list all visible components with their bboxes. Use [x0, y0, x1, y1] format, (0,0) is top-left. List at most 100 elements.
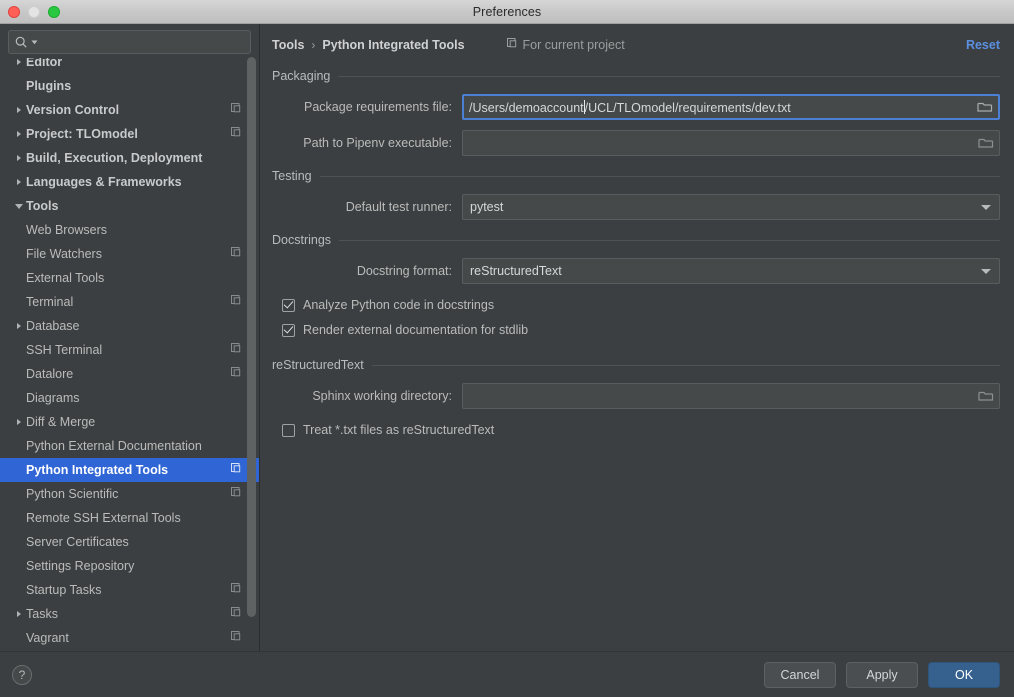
- reset-link[interactable]: Reset: [966, 38, 1000, 52]
- sidebar-item-vagrant[interactable]: Vagrant: [0, 626, 259, 650]
- minimize-window-button[interactable]: [28, 6, 40, 18]
- sidebar-item-web-browsers[interactable]: Web Browsers: [0, 218, 259, 242]
- checkbox-indicator[interactable]: [282, 298, 295, 312]
- chevron-right-icon[interactable]: [12, 155, 26, 161]
- close-window-button[interactable]: [8, 6, 20, 18]
- sidebar-item-python-integrated-tools[interactable]: Python Integrated Tools: [0, 458, 259, 482]
- window-body: Editor Plugins Version Control Project: TLO…: [0, 24, 1014, 651]
- browse-folder-icon[interactable]: [978, 136, 994, 150]
- sidebar-item-server-certificates[interactable]: Server Certificates: [0, 530, 259, 554]
- ok-button[interactable]: OK: [928, 661, 1000, 688]
- breadcrumb-root[interactable]: Tools: [272, 38, 304, 52]
- sphinx-working-directory-label: Sphinx working directory:: [312, 389, 452, 403]
- cancel-button[interactable]: Cancel: [764, 661, 836, 688]
- sidebar-item-build-execution-deployment[interactable]: Build, Execution, Deployment: [0, 146, 259, 170]
- sidebar-item-label: Tools: [26, 199, 59, 213]
- package-requirements-input[interactable]: /Users/demoaccount/UCL/TLOmodel/requirem…: [462, 94, 1000, 120]
- search-input[interactable]: [41, 35, 244, 49]
- sidebar-item-diagrams[interactable]: Diagrams: [0, 386, 259, 410]
- copy-settings-icon: [231, 607, 245, 621]
- sidebar-scrollbar-thumb[interactable]: [247, 57, 256, 617]
- maximize-window-button[interactable]: [48, 6, 60, 18]
- checkbox-indicator[interactable]: [282, 423, 295, 437]
- chevron-right-icon[interactable]: [12, 59, 26, 65]
- sidebar-item-languages-frameworks[interactable]: Languages & Frameworks: [0, 170, 259, 194]
- sidebar-item-label: Web Browsers: [26, 223, 108, 237]
- section-docstrings-title: Docstrings: [272, 233, 332, 247]
- window-title: Preferences: [472, 4, 542, 19]
- sidebar-item-datalore[interactable]: Datalore: [0, 362, 259, 386]
- copy-settings-icon: [231, 487, 245, 501]
- sidebar-item-label: Server Certificates: [26, 535, 129, 549]
- sidebar-item-label: Vagrant: [26, 631, 69, 645]
- sidebar-item-startup-tasks[interactable]: Startup Tasks: [0, 578, 259, 602]
- sidebar-item-label: Diagrams: [26, 391, 80, 405]
- section-restructuredtext-title: reStructuredText: [272, 358, 364, 372]
- checkbox-analyze-python-code[interactable]: Analyze Python code in docstrings: [282, 294, 1000, 316]
- docstring-format-label: Docstring format:: [356, 264, 452, 278]
- breadcrumb-leaf: Python Integrated Tools: [322, 38, 465, 52]
- window-titlebar: Preferences: [0, 0, 1014, 24]
- section-divider: [371, 364, 1000, 366]
- sidebar-item-label: Python External Documentation: [26, 439, 202, 453]
- copy-settings-icon: [231, 367, 245, 381]
- sidebar-item-label: Languages & Frameworks: [26, 175, 182, 189]
- sidebar-item-plugins[interactable]: Plugins: [0, 74, 259, 98]
- sidebar-item-tasks[interactable]: Tasks: [0, 602, 259, 626]
- sidebar-item-python-external-documentation[interactable]: Python External Documentation: [0, 434, 259, 458]
- docstring-format-select[interactable]: reStructuredText: [462, 258, 1000, 284]
- chevron-right-icon[interactable]: [12, 131, 26, 137]
- section-docstrings: Docstrings Docstring format: reStructure…: [272, 230, 1000, 341]
- chevron-down-icon: [981, 205, 991, 210]
- sidebar-item-file-watchers[interactable]: File Watchers: [0, 242, 259, 266]
- sidebar-item-python-scientific[interactable]: Python Scientific: [0, 482, 259, 506]
- search-box[interactable]: [8, 30, 251, 54]
- pipenv-path-label: Path to Pipenv executable:: [303, 136, 452, 150]
- checkbox-treat-txt-as-rest-label: Treat *.txt files as reStructuredText: [303, 423, 495, 437]
- sphinx-working-directory-input[interactable]: [462, 383, 1000, 409]
- section-testing-title: Testing: [272, 169, 312, 183]
- search-dropdown-icon[interactable]: [31, 39, 38, 46]
- docstring-format-value: reStructuredText: [470, 264, 562, 278]
- search-container: [0, 24, 259, 58]
- sidebar-item-external-tools[interactable]: External Tools: [0, 266, 259, 290]
- section-restructuredtext: reStructuredText Sphinx working director…: [272, 355, 1000, 441]
- pipenv-path-input[interactable]: [462, 130, 1000, 156]
- section-docstrings-header: Docstrings: [272, 230, 1000, 250]
- sidebar-item-label: File Watchers: [26, 247, 102, 261]
- sidebar-item-label: Python Scientific: [26, 487, 119, 501]
- package-requirements-label: Package requirements file:: [304, 100, 452, 114]
- copy-settings-icon: [231, 631, 245, 645]
- sidebar-item-ssh-terminal[interactable]: SSH Terminal: [0, 338, 259, 362]
- browse-folder-icon[interactable]: [978, 389, 994, 403]
- copy-settings-icon: [231, 295, 245, 309]
- default-test-runner-label: Default test runner:: [345, 200, 452, 214]
- sidebar-item-project-tlomodel[interactable]: Project: TLOmodel: [0, 122, 259, 146]
- apply-button[interactable]: Apply: [846, 661, 918, 688]
- chevron-right-icon[interactable]: [12, 179, 26, 185]
- checkbox-indicator[interactable]: [282, 323, 295, 337]
- section-restructuredtext-header: reStructuredText: [272, 355, 1000, 375]
- sidebar-item-editor[interactable]: Editor: [0, 58, 259, 74]
- chevron-right-icon[interactable]: [12, 107, 26, 113]
- section-packaging: Packaging Package requirements file: /Us…: [272, 66, 1000, 156]
- default-test-runner-select[interactable]: pytest: [462, 194, 1000, 220]
- sidebar-item-settings-repository[interactable]: Settings Repository: [0, 554, 259, 578]
- sidebar-item-terminal[interactable]: Terminal: [0, 290, 259, 314]
- sidebar-item-diff-merge[interactable]: Diff & Merge: [0, 410, 259, 434]
- sidebar-item-database[interactable]: Database: [0, 314, 259, 338]
- sidebar-scrollbar-track[interactable]: [247, 57, 256, 643]
- chevron-right-icon[interactable]: [12, 611, 26, 617]
- sidebar-item-version-control[interactable]: Version Control: [0, 98, 259, 122]
- chevron-down-icon[interactable]: [12, 203, 26, 209]
- settings-tree: Editor Plugins Version Control Project: TLO…: [0, 58, 259, 651]
- chevron-right-icon[interactable]: [12, 419, 26, 425]
- help-button[interactable]: ?: [12, 664, 32, 685]
- sidebar-item-label: Project: TLOmodel: [26, 127, 138, 141]
- browse-folder-icon[interactable]: [977, 100, 993, 114]
- chevron-right-icon[interactable]: [12, 323, 26, 329]
- sidebar-item-remote-ssh-external-tools[interactable]: Remote SSH External Tools: [0, 506, 259, 530]
- checkbox-render-external-docs[interactable]: Render external documentation for stdlib: [282, 319, 1000, 341]
- sidebar-item-tools[interactable]: Tools: [0, 194, 259, 218]
- checkbox-treat-txt-as-rest[interactable]: Treat *.txt files as reStructuredText: [282, 419, 1000, 441]
